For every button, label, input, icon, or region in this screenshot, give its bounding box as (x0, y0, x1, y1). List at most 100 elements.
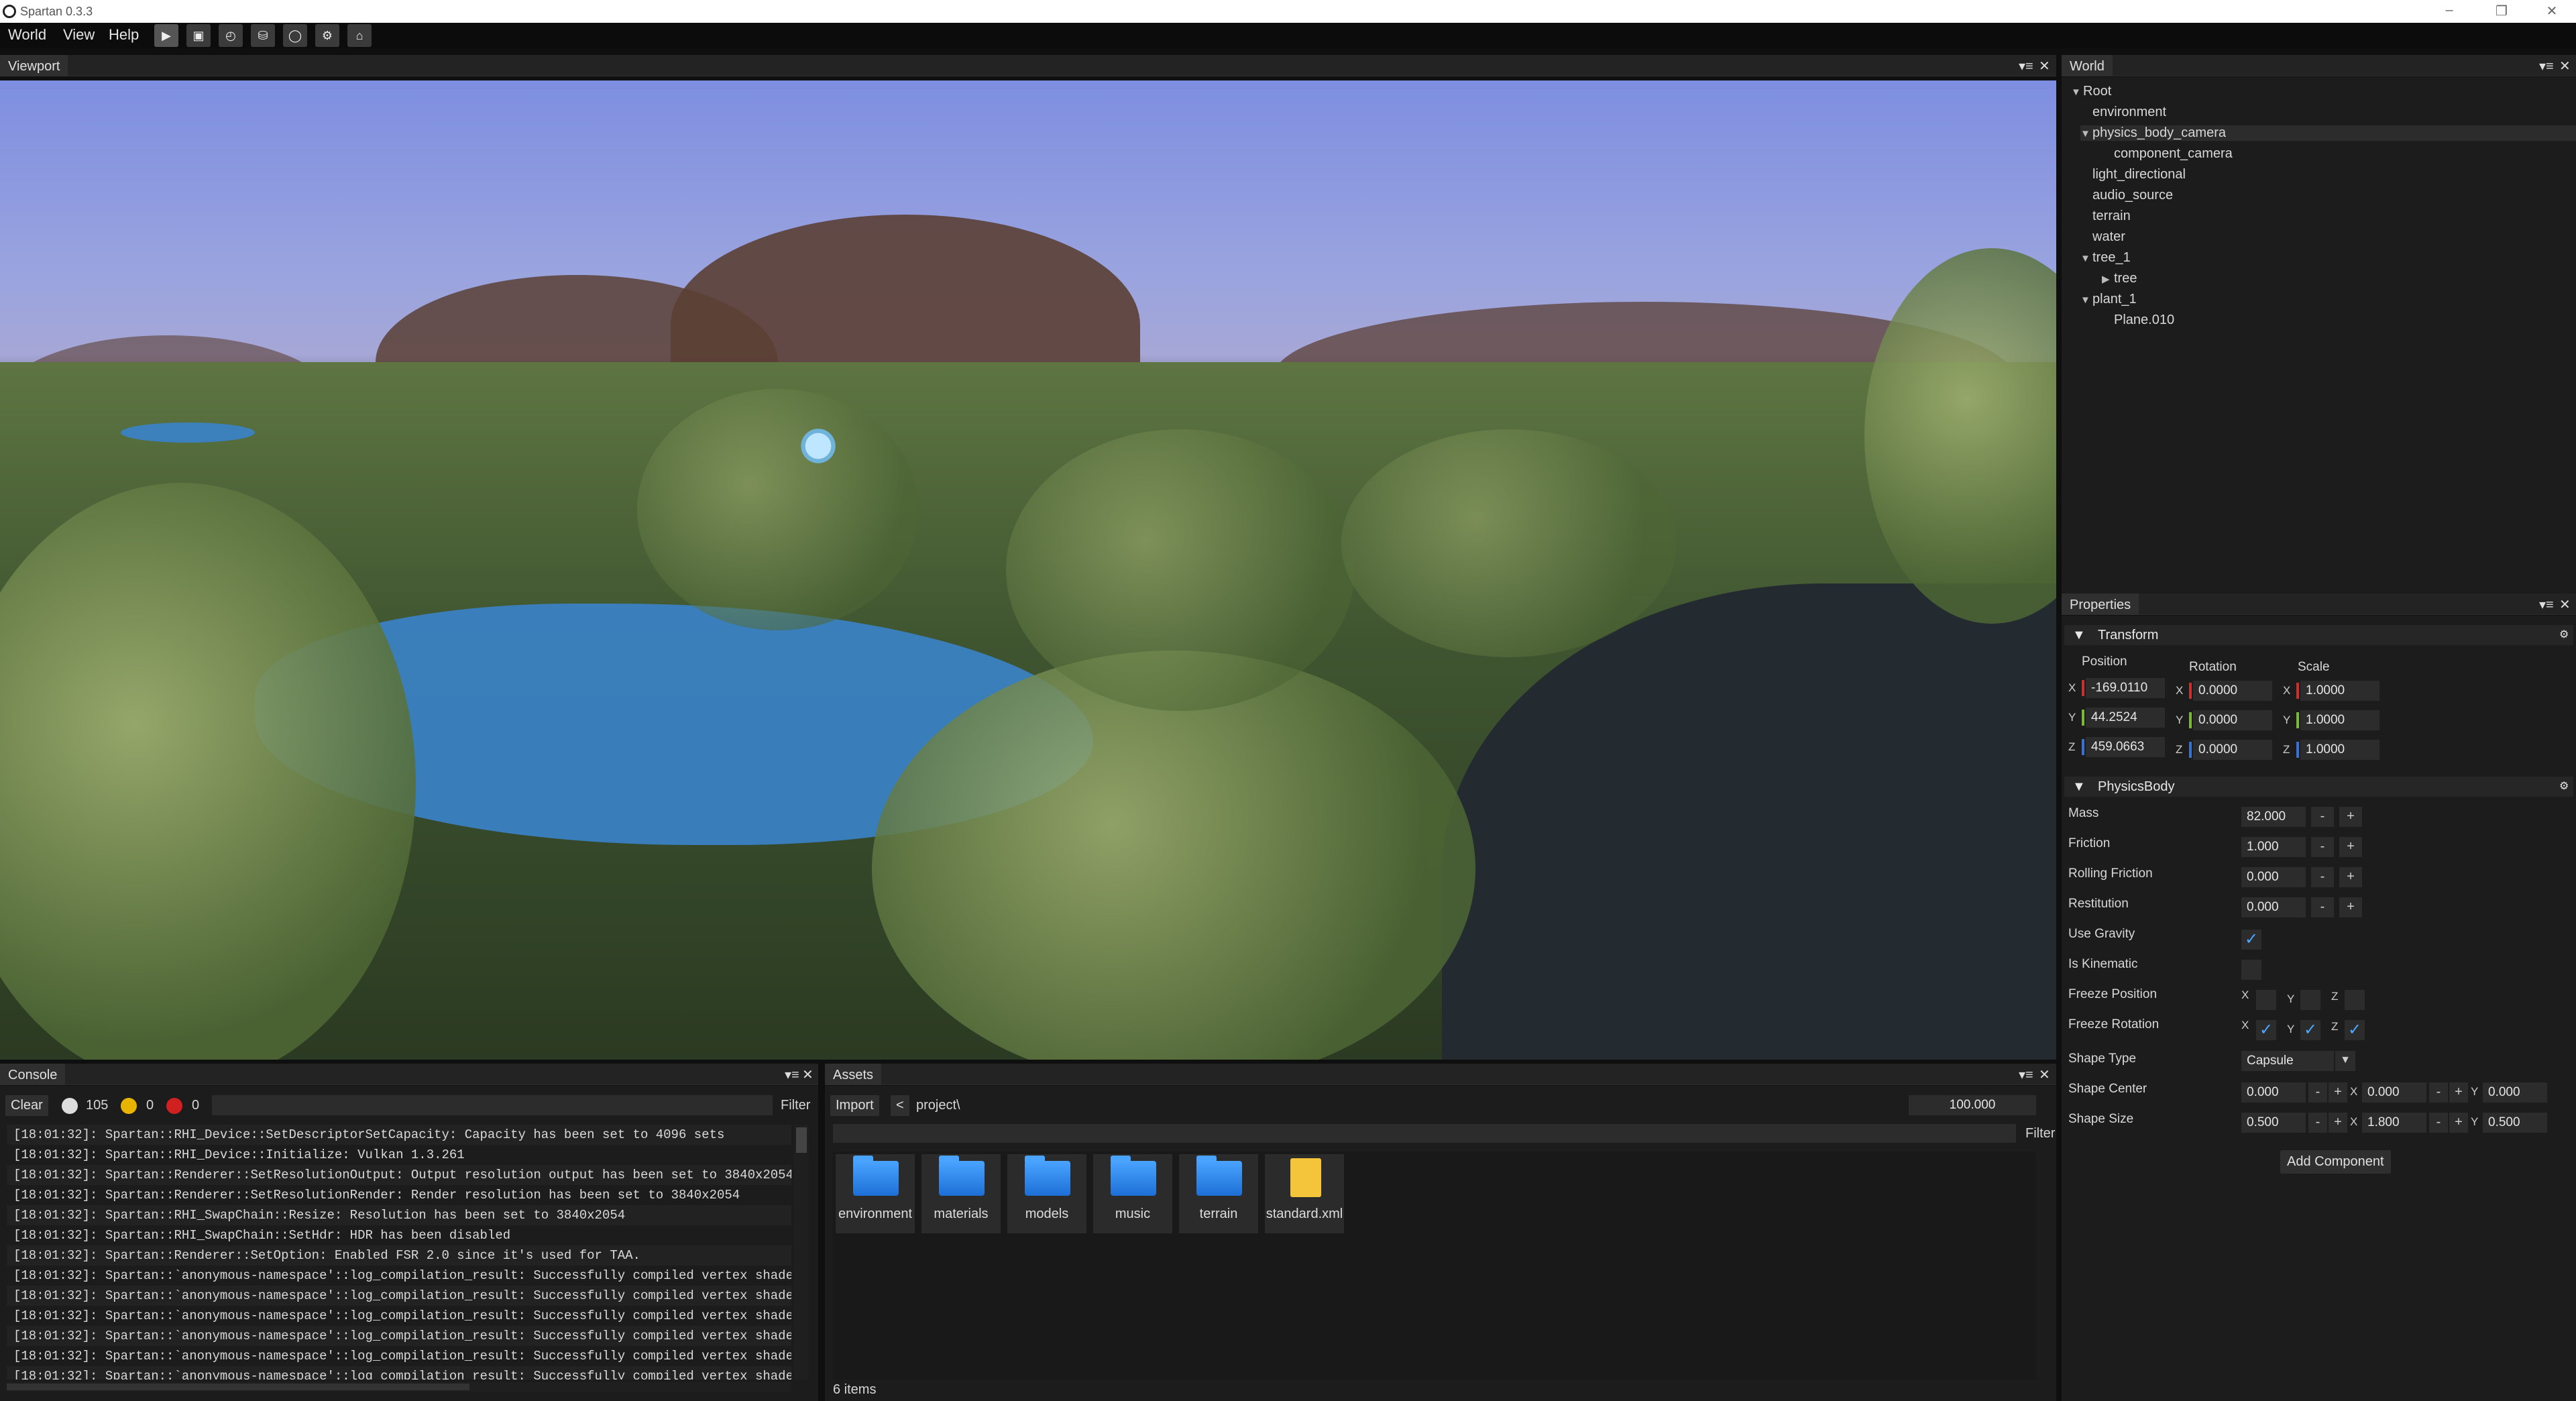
mass-increment-button[interactable]: + (2339, 807, 2362, 827)
shape-center-x-increment-button[interactable]: + (2329, 1082, 2347, 1103)
expand-arrow-icon[interactable]: ▼ (2071, 87, 2083, 98)
chevron-down-icon[interactable]: ▼ (2335, 1051, 2355, 1071)
collapse-arrow-icon[interactable]: ▶ (2102, 273, 2114, 285)
shape-size-y-increment-button[interactable]: + (2449, 1113, 2468, 1133)
tree-node-plane-010[interactable]: Plane.010 (2114, 313, 2174, 328)
collapse-arrow-icon[interactable]: ▼ (2072, 779, 2086, 795)
folder-models[interactable]: models (1007, 1154, 1086, 1233)
panel-menu-icon[interactable]: ▾≡ (2539, 596, 2554, 613)
tree-node-light-directional[interactable]: light_directional (2092, 167, 2186, 182)
shape-center-y-decrement-button[interactable]: - (2429, 1082, 2448, 1103)
component-options-icon[interactable]: ⚙ (2559, 779, 2569, 793)
tree-node-audio-source[interactable]: audio_source (2092, 188, 2173, 203)
camera-icon[interactable]: ⌂ (347, 24, 372, 47)
mass-field[interactable]: 82.000 (2241, 807, 2306, 827)
shape-size-x-field[interactable]: 0.500 (2241, 1113, 2306, 1133)
image-icon[interactable]: ▣ (186, 24, 211, 47)
rolling-friction-increment-button[interactable]: + (2339, 867, 2362, 887)
console-scrollbar[interactable] (794, 1125, 809, 1380)
panel-menu-icon[interactable]: ▾≡ (2019, 1066, 2033, 1083)
scale-z-field[interactable]: 1.0000 (2300, 740, 2379, 760)
viewport-scene[interactable] (0, 80, 2056, 1060)
info-icon[interactable] (62, 1098, 78, 1114)
panel-close-icon[interactable]: ✕ (2039, 1066, 2050, 1083)
tree-node-terrain[interactable]: terrain (2092, 209, 2131, 224)
menu-view[interactable]: View (63, 26, 95, 44)
thumbnail-size-slider[interactable]: 100.000 (1909, 1095, 2036, 1115)
panel-close-icon[interactable]: ✕ (2559, 596, 2571, 613)
tree-node-environment[interactable]: environment (2092, 105, 2166, 120)
mass-decrement-button[interactable]: - (2311, 807, 2334, 827)
warning-icon[interactable] (121, 1098, 137, 1114)
freeze-position-x-checkbox[interactable] (2256, 990, 2276, 1010)
file-standard[interactable]: standard.xml (1265, 1154, 1344, 1233)
use-gravity-checkbox[interactable]: ✓ (2241, 930, 2261, 950)
freeze-rotation-z-checkbox[interactable]: ✓ (2345, 1020, 2365, 1040)
shape-size-y-field[interactable]: 1.800 (2362, 1113, 2426, 1133)
tree-node-tree-1[interactable]: ▼ tree_1 (2080, 250, 2131, 266)
play-button[interactable]: ▶ (154, 24, 178, 47)
shape-size-z-field[interactable]: 0.500 (2483, 1113, 2547, 1133)
shape-center-y-field[interactable]: 0.000 (2362, 1082, 2426, 1103)
console-filter-input[interactable] (212, 1095, 773, 1115)
position-y-field[interactable]: 44.2524 (2086, 708, 2165, 728)
panel-close-icon[interactable]: ✕ (2039, 58, 2050, 74)
shape-size-x-increment-button[interactable]: + (2329, 1113, 2347, 1133)
tab-assets[interactable]: Assets (825, 1064, 882, 1085)
expand-arrow-icon[interactable]: ▼ (2080, 253, 2092, 264)
close-window-button[interactable]: ✕ (2538, 3, 2565, 19)
folder-terrain[interactable]: terrain (1179, 1154, 1258, 1233)
freeze-rotation-x-checkbox[interactable]: ✓ (2256, 1020, 2276, 1040)
shape-center-z-field[interactable]: 0.000 (2483, 1082, 2547, 1103)
back-button[interactable]: < (891, 1095, 909, 1116)
folder-music[interactable]: music (1093, 1154, 1172, 1233)
transform-header[interactable]: ▼ Transform ⚙ (2064, 625, 2573, 645)
panel-menu-icon[interactable]: ▾≡ (785, 1066, 799, 1083)
rotation-z-field[interactable]: 0.0000 (2193, 740, 2272, 760)
tab-world[interactable]: World (2062, 55, 2113, 76)
tree-node-component-camera[interactable]: component_camera (2114, 146, 2233, 162)
shape-type-dropdown[interactable]: Capsule (2241, 1051, 2334, 1071)
is-kinematic-checkbox[interactable] (2241, 960, 2261, 980)
restitution-field[interactable]: 0.000 (2241, 897, 2306, 917)
collapse-arrow-icon[interactable]: ▼ (2072, 628, 2086, 643)
tab-properties[interactable]: Properties (2062, 594, 2139, 615)
rotation-y-field[interactable]: 0.0000 (2193, 710, 2272, 730)
rolling-friction-decrement-button[interactable]: - (2311, 867, 2334, 887)
menu-world[interactable]: World (8, 26, 46, 44)
add-component-button[interactable]: Add Component (2280, 1150, 2391, 1174)
tree-node-physics-body-camera[interactable]: ▼ physics_body_camera (2080, 125, 2576, 141)
freeze-position-y-checkbox[interactable] (2300, 990, 2320, 1010)
shape-size-x-decrement-button[interactable]: - (2308, 1113, 2327, 1133)
tree-node-plant-1[interactable]: ▼ plant_1 (2080, 292, 2137, 307)
expand-arrow-icon[interactable]: ▼ (2080, 294, 2092, 306)
friction-increment-button[interactable]: + (2339, 837, 2362, 857)
component-options-icon[interactable]: ⚙ (2559, 628, 2569, 641)
panel-close-icon[interactable]: ✕ (2559, 58, 2571, 74)
light-gizmo-icon[interactable] (798, 426, 838, 466)
position-x-field[interactable]: -169.0110 (2086, 678, 2165, 698)
tree-node-tree[interactable]: ▶ tree (2102, 271, 2137, 286)
expand-arrow-icon[interactable]: ▼ (2080, 128, 2092, 139)
settings-icon[interactable]: ⚙ (315, 24, 339, 47)
menu-help[interactable]: Help (109, 26, 139, 44)
console-log[interactable]: [18:01:32]: Spartan::RHI_Device::SetDesc… (7, 1125, 791, 1380)
error-icon[interactable] (166, 1098, 182, 1114)
folder-materials[interactable]: materials (921, 1154, 1001, 1233)
resources-icon[interactable]: ⛁ (251, 24, 275, 47)
tab-viewport[interactable]: Viewport (0, 55, 68, 76)
shape-center-x-field[interactable]: 0.000 (2241, 1082, 2306, 1103)
scrollbar-thumb[interactable] (7, 1384, 469, 1390)
physicsbody-header[interactable]: ▼ PhysicsBody ⚙ (2064, 777, 2573, 797)
shape-center-x-decrement-button[interactable]: - (2308, 1082, 2327, 1103)
friction-field[interactable]: 1.000 (2241, 837, 2306, 857)
freeze-position-z-checkbox[interactable] (2345, 990, 2365, 1010)
tab-console[interactable]: Console (0, 1064, 66, 1085)
import-button[interactable]: Import (830, 1095, 879, 1116)
scrollbar-thumb[interactable] (796, 1127, 807, 1153)
panel-menu-icon[interactable]: ▾≡ (2019, 58, 2033, 74)
scale-y-field[interactable]: 1.0000 (2300, 710, 2379, 730)
restitution-increment-button[interactable]: + (2339, 897, 2362, 917)
rotation-x-field[interactable]: 0.0000 (2193, 681, 2272, 701)
maximize-button[interactable]: ❐ (2488, 3, 2515, 19)
